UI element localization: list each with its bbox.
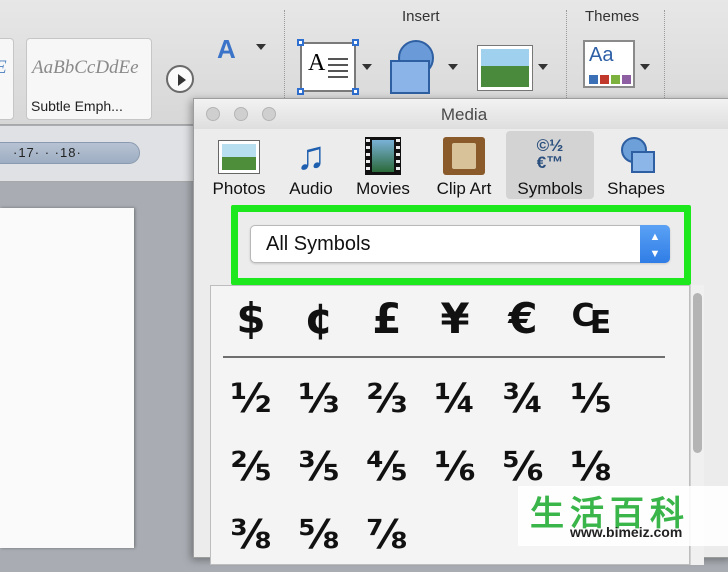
chevron-down-icon[interactable] — [362, 64, 372, 70]
symbol-cell[interactable]: ¼ — [427, 376, 483, 422]
window-titlebar[interactable]: Media — [194, 99, 728, 129]
symbol-cell-yen[interactable]: ¥ — [427, 294, 483, 343]
chevron-down-icon[interactable] — [538, 64, 548, 70]
photos-icon — [219, 141, 259, 173]
tab-label: Photos — [212, 179, 266, 198]
symbol-cell[interactable]: ⅝ — [291, 512, 347, 558]
symbol-cell[interactable]: ⅜ — [223, 512, 279, 558]
chevron-down-icon[interactable] — [640, 64, 650, 70]
symbols-glyph-top: ©½ — [536, 136, 564, 155]
symbol-category-select[interactable]: All Symbols ▲ ▼ — [250, 225, 670, 263]
chevron-down-icon: ▼ — [649, 248, 661, 260]
tab-label: Audio — [289, 179, 333, 198]
clip-art-icon — [443, 137, 485, 175]
tab-clip-art[interactable]: Clip Art — [428, 131, 500, 199]
font-effects-icon[interactable]: A — [217, 34, 236, 65]
symbol-cell[interactable]: ⅔ — [359, 376, 415, 422]
horizontal-ruler[interactable]: ·17· · ·18· — [0, 142, 140, 164]
watermark: 生活百科 www.bimeiz.com — [518, 486, 728, 546]
text-lines — [328, 58, 348, 80]
symbols-glyph-bottom: €™ — [536, 153, 564, 172]
symbol-cell-dollar[interactable]: $ — [223, 294, 279, 343]
symbol-cell[interactable]: ⅖ — [223, 444, 279, 490]
symbol-cell[interactable]: ½ — [223, 376, 279, 422]
style-gallery-item-partial[interactable]: E — [0, 38, 14, 120]
theme-swatch — [589, 75, 598, 84]
symbol-cell[interactable]: ⅗ — [291, 444, 347, 490]
themes-group-label: Themes — [585, 8, 640, 25]
shape-icon[interactable] — [388, 40, 450, 96]
theme-swatch — [600, 75, 609, 84]
select-stepper[interactable]: ▲ ▼ — [640, 225, 670, 263]
tab-photos[interactable]: Photos — [204, 131, 274, 199]
tab-shapes[interactable]: Shapes — [598, 131, 674, 199]
shapes-icon — [615, 137, 657, 175]
watermark-url: www.bimeiz.com — [570, 524, 683, 540]
ruler-area: ·17· · ·18· — [0, 126, 200, 182]
style-gallery-item-subtle-emphasis[interactable]: AaBbCcDdEe Subtle Emph... — [26, 38, 152, 120]
text-box-icon[interactable]: A — [297, 39, 359, 95]
insert-group-label: Insert — [402, 8, 440, 25]
text-box-glyph: A — [308, 50, 326, 76]
selection-handle — [352, 88, 359, 95]
style-gallery-next-button[interactable] — [166, 65, 194, 93]
themes-icon[interactable]: Aa — [583, 40, 635, 88]
symbol-cell[interactable]: ⅞ — [359, 512, 415, 558]
tab-label: Symbols — [517, 179, 583, 198]
symbols-icon: ©½ €™ — [526, 137, 574, 175]
themes-glyph: Aa — [589, 44, 614, 66]
style-preview: E — [0, 57, 7, 79]
symbol-cell[interactable]: ⅓ — [291, 376, 347, 422]
symbol-cell[interactable]: ⅚ — [495, 444, 551, 490]
chevron-down-icon[interactable] — [448, 64, 458, 70]
square-shape — [631, 151, 655, 173]
symbol-cell-pound[interactable]: £ — [359, 294, 415, 343]
symbol-cell-ecu[interactable]: ₠ — [563, 294, 619, 343]
selection-handle — [297, 88, 304, 95]
select-value: All Symbols — [266, 233, 371, 255]
theme-swatch — [611, 75, 620, 84]
currency-row: $ ¢ £ ¥ € ₠ — [223, 294, 663, 354]
chevron-down-icon[interactable] — [256, 44, 266, 50]
symbol-cell[interactable]: ⅕ — [563, 376, 619, 422]
picture-icon[interactable] — [478, 46, 532, 90]
symbol-cell[interactable]: ¾ — [495, 376, 551, 422]
window-title: Media — [440, 105, 488, 124]
scrollbar-thumb[interactable] — [693, 293, 702, 453]
tab-movies[interactable]: Movies — [348, 131, 418, 199]
section-divider — [223, 356, 665, 358]
symbol-cell-euro[interactable]: € — [495, 294, 551, 343]
tab-label: Clip Art — [436, 179, 492, 198]
symbol-cell-cent[interactable]: ¢ — [291, 294, 347, 343]
fraction-row: ½ ⅓ ⅔ ¼ ¾ ⅕ — [223, 376, 663, 436]
tab-audio[interactable]: ♫ Audio — [280, 131, 342, 199]
movies-icon — [365, 137, 401, 175]
style-name: Subtle Emph... — [31, 98, 123, 114]
tab-label: Shapes — [607, 179, 665, 198]
ruler-numbers: ·17· · ·18· — [13, 145, 82, 160]
tab-symbols[interactable]: ©½ €™ Symbols — [506, 131, 594, 199]
chevron-up-icon: ▲ — [649, 231, 661, 243]
style-preview: AaBbCcDdEe — [32, 57, 139, 78]
symbol-cell[interactable]: ⅛ — [563, 444, 619, 490]
document-page[interactable] — [0, 208, 134, 548]
theme-swatch — [622, 75, 631, 84]
audio-icon: ♫ — [296, 134, 326, 178]
square-shape — [390, 60, 430, 94]
tab-label: Movies — [356, 179, 410, 198]
selection-handle — [297, 39, 304, 46]
symbol-cell[interactable]: ⅘ — [359, 444, 415, 490]
selection-handle — [352, 39, 359, 46]
symbol-cell[interactable]: ⅙ — [427, 444, 483, 490]
